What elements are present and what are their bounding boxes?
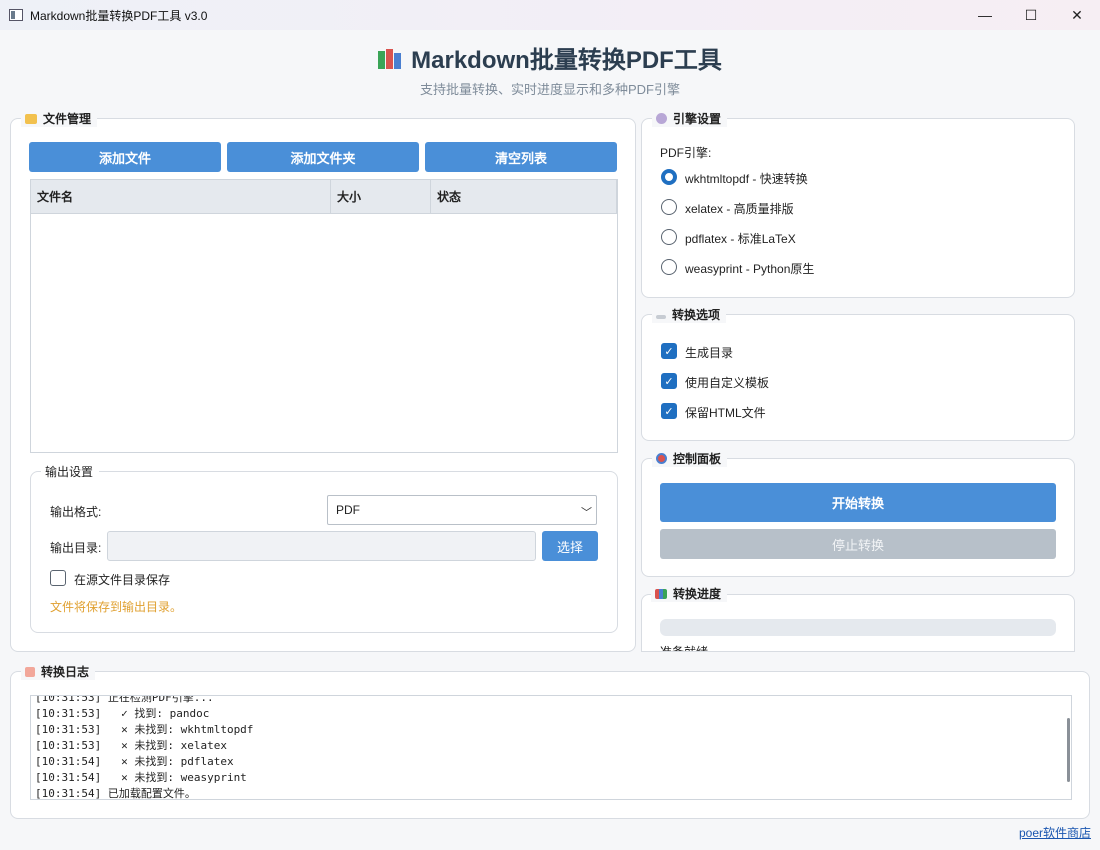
output-format-label: 输出格式: — [50, 505, 102, 519]
log-scrollbar[interactable] — [1067, 718, 1070, 782]
control-panel-group: 控制面板 开始转换 停止转换 — [641, 450, 1075, 577]
engine-settings-title: 引擎设置 — [652, 110, 728, 127]
maximize-button[interactable]: ☐ — [1008, 0, 1054, 30]
keep-html-label[interactable]: 保留HTML文件 — [685, 404, 766, 421]
stop-conversion-button[interactable]: 停止转换 — [660, 529, 1056, 559]
log-line: [10:31:53] ✕ 未找到: xelatex — [35, 739, 227, 752]
start-conversion-button[interactable]: 开始转换 — [660, 483, 1056, 522]
conversion-options-group: 转换选项 ✓ 生成目录 ✓ 使用自定义模板 ✓ 保留HTML文件 — [641, 306, 1075, 441]
output-format-value: PDF — [336, 503, 360, 517]
custom-template-label[interactable]: 使用自定义模板 — [685, 374, 769, 391]
log-line: [10:31:53] 正在检测PDF引擎... — [35, 695, 214, 704]
add-file-button[interactable]: 添加文件 — [29, 142, 221, 172]
progress-status: 准备就绪 — [660, 645, 709, 652]
output-settings-title: 输出设置 — [41, 463, 100, 480]
page-title: Markdown批量转换PDF工具 — [411, 47, 722, 74]
toc-checkbox[interactable]: ✓ — [661, 343, 677, 359]
output-format-select[interactable]: PDF ﹀ — [327, 495, 597, 525]
file-management-group: 文件管理 添加文件 添加文件夹 清空列表 文件名 大小 状态 输出设置 输出格式… — [10, 110, 636, 652]
log-line: [10:31:54] 已加载配置文件。 — [35, 787, 196, 800]
file-management-title: 文件管理 — [21, 110, 98, 127]
window-controls: — ☐ ✕ — [962, 0, 1100, 30]
engine-option-weasyprint[interactable]: weasyprint - Python原生 — [685, 260, 814, 277]
log-line: [10:31:53] ✕ 未找到: wkhtmltopdf — [35, 723, 254, 736]
title-bar: Markdown批量转换PDF工具 v3.0 — ☐ ✕ — [0, 0, 1100, 30]
log-line: [10:31:53] ✓ 找到: pandoc — [35, 707, 210, 720]
log-output[interactable]: [10:31:53] 正在检测PDF引擎... [10:31:53] ✓ 找到:… — [30, 695, 1072, 800]
column-header-size[interactable]: 大小 — [331, 180, 431, 213]
engine-option-pdflatex[interactable]: pdflatex - 标准LaTeX — [685, 230, 796, 247]
store-link[interactable]: poer软件商店 — [1019, 824, 1091, 841]
output-dir-input[interactable] — [107, 531, 536, 561]
toc-label[interactable]: 生成目录 — [685, 344, 733, 361]
log-line: [10:31:54] ✕ 未找到: weasyprint — [35, 771, 247, 784]
memo-icon — [25, 666, 35, 677]
conversion-options-title: 转换选项 — [652, 306, 727, 323]
folder-icon — [25, 113, 37, 124]
engine-option-wkhtmltopdf[interactable]: wkhtmltopdf - 快速转换 — [685, 170, 808, 187]
close-button[interactable]: ✕ — [1054, 0, 1100, 30]
chart-icon — [655, 588, 667, 599]
gear-icon — [656, 113, 667, 124]
output-settings-group: 输出设置 输出格式: PDF ﹀ 输出目录: 选择 在源文件目录保存 文件将保存… — [30, 463, 618, 633]
engine-radio-weasyprint[interactable] — [661, 259, 677, 275]
target-icon — [656, 453, 667, 464]
output-hint: 文件将保存到输出目录。 — [50, 600, 183, 614]
engine-label: PDF引擎: — [660, 146, 712, 160]
log-group: 转换日志 [10:31:53] 正在检测PDF引擎... [10:31:53] … — [10, 663, 1090, 819]
custom-template-checkbox[interactable]: ✓ — [661, 373, 677, 389]
chevron-down-icon: ﹀ — [581, 507, 592, 519]
column-header-status[interactable]: 状态 — [431, 180, 617, 213]
app-icon — [9, 9, 23, 21]
save-in-source-checkbox[interactable] — [50, 570, 66, 586]
control-panel-title: 控制面板 — [652, 450, 728, 467]
wrench-icon — [656, 314, 666, 319]
app-header: Markdown批量转换PDF工具 — [0, 40, 1100, 75]
engine-radio-wkhtmltopdf[interactable] — [661, 169, 677, 185]
books-icon — [378, 47, 402, 69]
output-dir-label: 输出目录: — [50, 541, 102, 555]
engine-radio-xelatex[interactable] — [661, 199, 677, 215]
minimize-button[interactable]: — — [962, 0, 1008, 30]
add-folder-button[interactable]: 添加文件夹 — [227, 142, 419, 172]
file-table[interactable]: 文件名 大小 状态 — [30, 179, 618, 453]
save-in-source-label[interactable]: 在源文件目录保存 — [74, 571, 170, 588]
progress-group: 准备就绪 — [641, 594, 1075, 652]
file-table-header: 文件名 大小 状态 — [31, 180, 617, 214]
column-header-filename[interactable]: 文件名 — [31, 180, 331, 213]
engine-settings-group: 引擎设置 PDF引擎: wkhtmltopdf - 快速转换 xelatex -… — [641, 110, 1075, 298]
window-title: Markdown批量转换PDF工具 v3.0 — [30, 8, 208, 23]
progress-bar — [660, 619, 1056, 636]
clear-list-button[interactable]: 清空列表 — [425, 142, 617, 172]
engine-option-xelatex[interactable]: xelatex - 高质量排版 — [685, 200, 794, 217]
choose-dir-button[interactable]: 选择 — [542, 531, 598, 561]
log-line: [10:31:54] ✕ 未找到: pdflatex — [35, 755, 234, 768]
progress-title: 转换进度 — [651, 585, 728, 602]
page-subtitle: 支持批量转换、实时进度显示和多种PDF引擎 — [419, 82, 680, 97]
log-title: 转换日志 — [21, 663, 96, 680]
keep-html-checkbox[interactable]: ✓ — [661, 403, 677, 419]
engine-radio-pdflatex[interactable] — [661, 229, 677, 245]
